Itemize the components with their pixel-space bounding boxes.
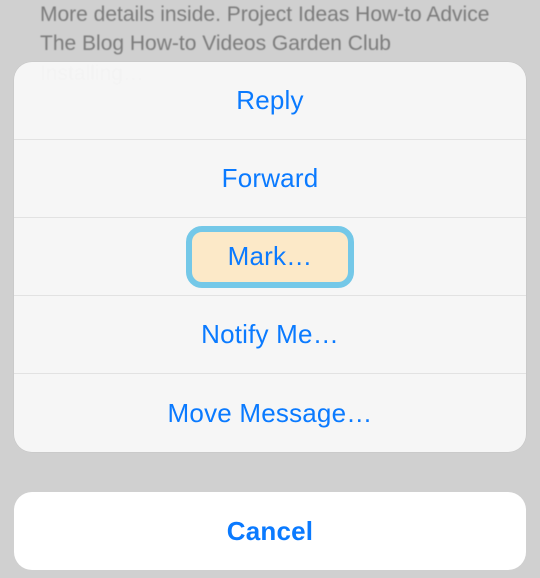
action-move-message-label: Move Message… (168, 398, 373, 429)
action-sheet: Reply Forward Mark… Notify Me… Move Mess… (14, 62, 526, 452)
action-notify-me[interactable]: Notify Me… (14, 296, 526, 374)
action-forward-label: Forward (222, 163, 319, 194)
action-reply[interactable]: Reply (14, 62, 526, 140)
action-mark-label: Mark… (228, 241, 313, 272)
action-mark[interactable]: Mark… (14, 218, 526, 296)
highlight-annotation: Mark… (186, 226, 354, 288)
cancel-button[interactable]: Cancel (14, 492, 526, 570)
action-forward[interactable]: Forward (14, 140, 526, 218)
action-move-message[interactable]: Move Message… (14, 374, 526, 452)
cancel-button-label: Cancel (227, 516, 313, 547)
action-notify-me-label: Notify Me… (201, 319, 339, 350)
action-reply-label: Reply (236, 85, 303, 116)
